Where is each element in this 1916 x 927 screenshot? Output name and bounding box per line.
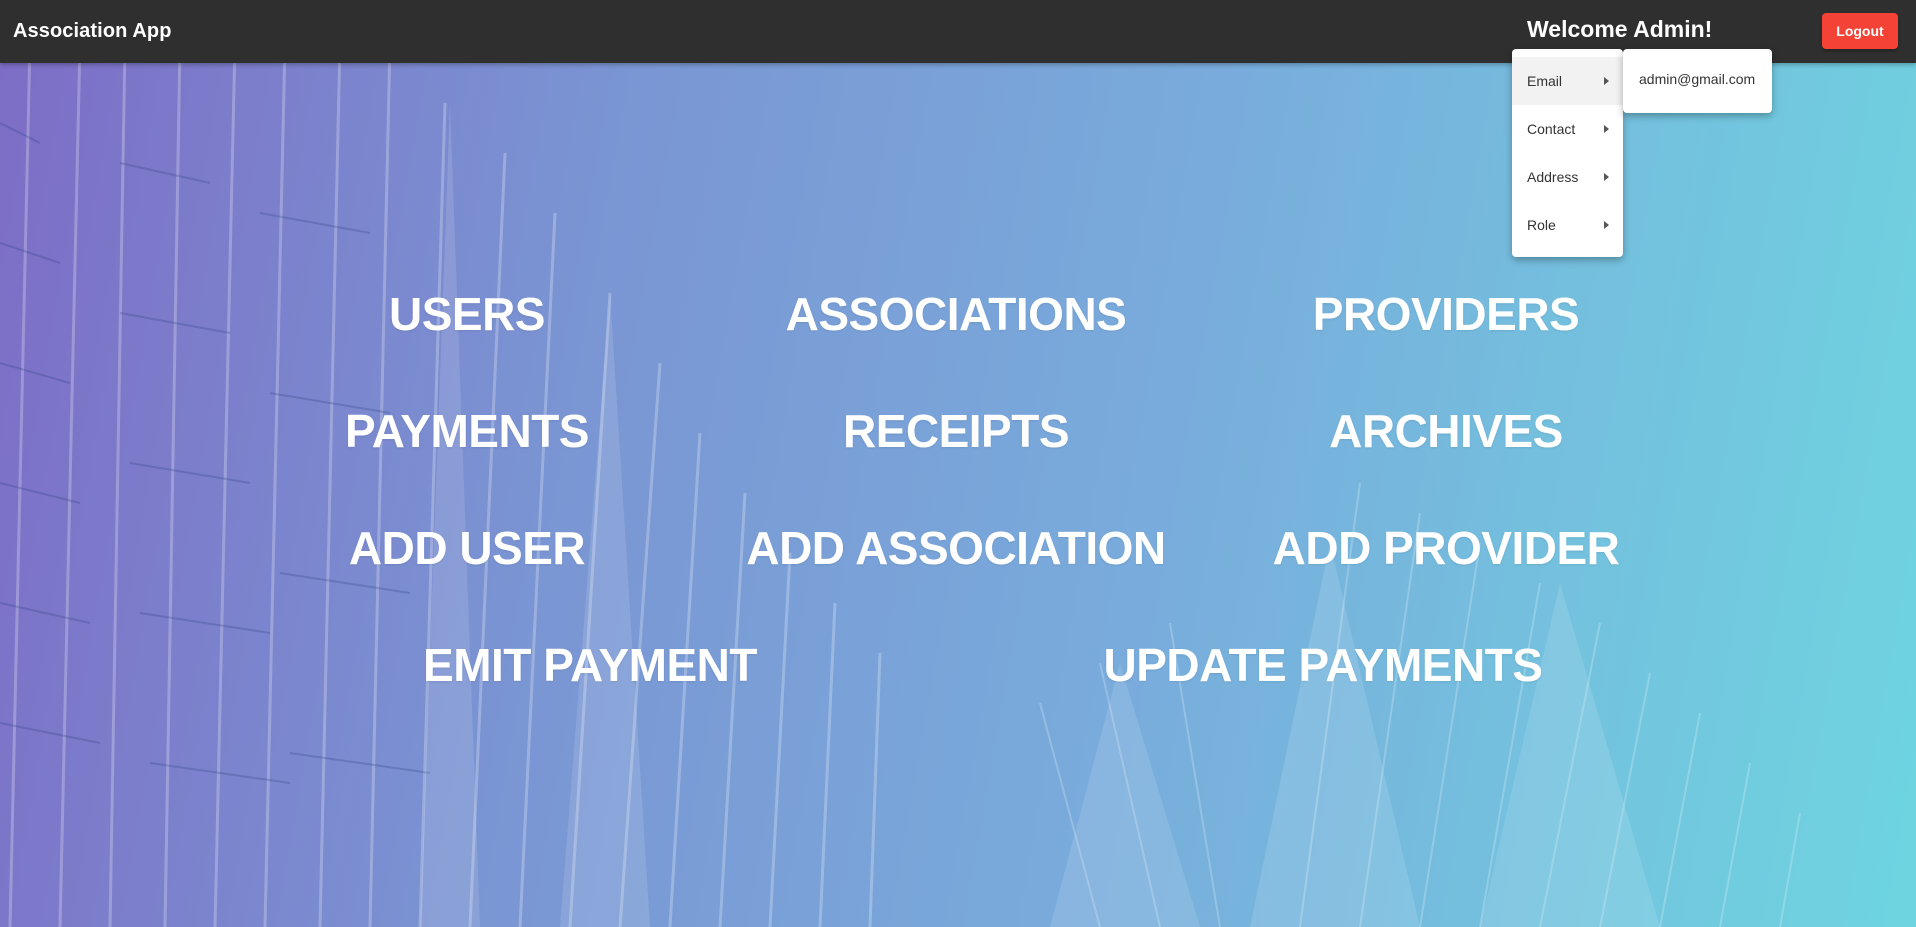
caret-right-icon [1604,77,1609,85]
nav-receipts[interactable]: RECEIPTS [843,404,1070,458]
caret-right-icon [1604,221,1609,229]
app-root: Association App Welcome Admin! Logout Em… [0,0,1916,927]
nav-add-user[interactable]: ADD USER [349,521,586,575]
menu-item-label: Contact [1527,121,1576,137]
user-info-menu: Email Contact Address Role [1512,49,1623,257]
caret-right-icon [1604,125,1609,133]
menu-item-label: Role [1527,217,1556,233]
nav-associations[interactable]: ASSOCIATIONS [786,287,1127,341]
nav-add-association[interactable]: ADD ASSOCIATION [746,521,1166,575]
architecture-pattern [0,63,1801,927]
menu-item-address[interactable]: Address [1512,153,1623,201]
menu-item-label: Email [1527,73,1563,89]
caret-right-icon [1604,173,1609,181]
nav-update-payments[interactable]: UPDATE PAYMENTS [1104,638,1543,692]
email-value: admin@gmail.com [1639,71,1756,87]
logout-button[interactable]: Logout [1822,13,1898,49]
welcome-user-menu-trigger[interactable]: Welcome Admin! [1527,16,1712,43]
nav-providers[interactable]: PROVIDERS [1313,287,1580,341]
nav-add-provider[interactable]: ADD PROVIDER [1273,521,1620,575]
app-title: Association App [13,20,172,42]
background-image [0,63,1916,927]
nav-users[interactable]: USERS [389,287,545,341]
menu-item-label: Address [1527,169,1579,185]
nav-archives[interactable]: ARCHIVES [1329,404,1563,458]
nav-emit-payment[interactable]: EMIT PAYMENT [423,638,757,692]
menu-item-email[interactable]: Email [1512,57,1623,105]
email-submenu: admin@gmail.com [1623,49,1772,113]
menu-item-contact[interactable]: Contact [1512,105,1623,153]
menu-item-role[interactable]: Role [1512,201,1623,249]
nav-payments[interactable]: PAYMENTS [345,404,589,458]
